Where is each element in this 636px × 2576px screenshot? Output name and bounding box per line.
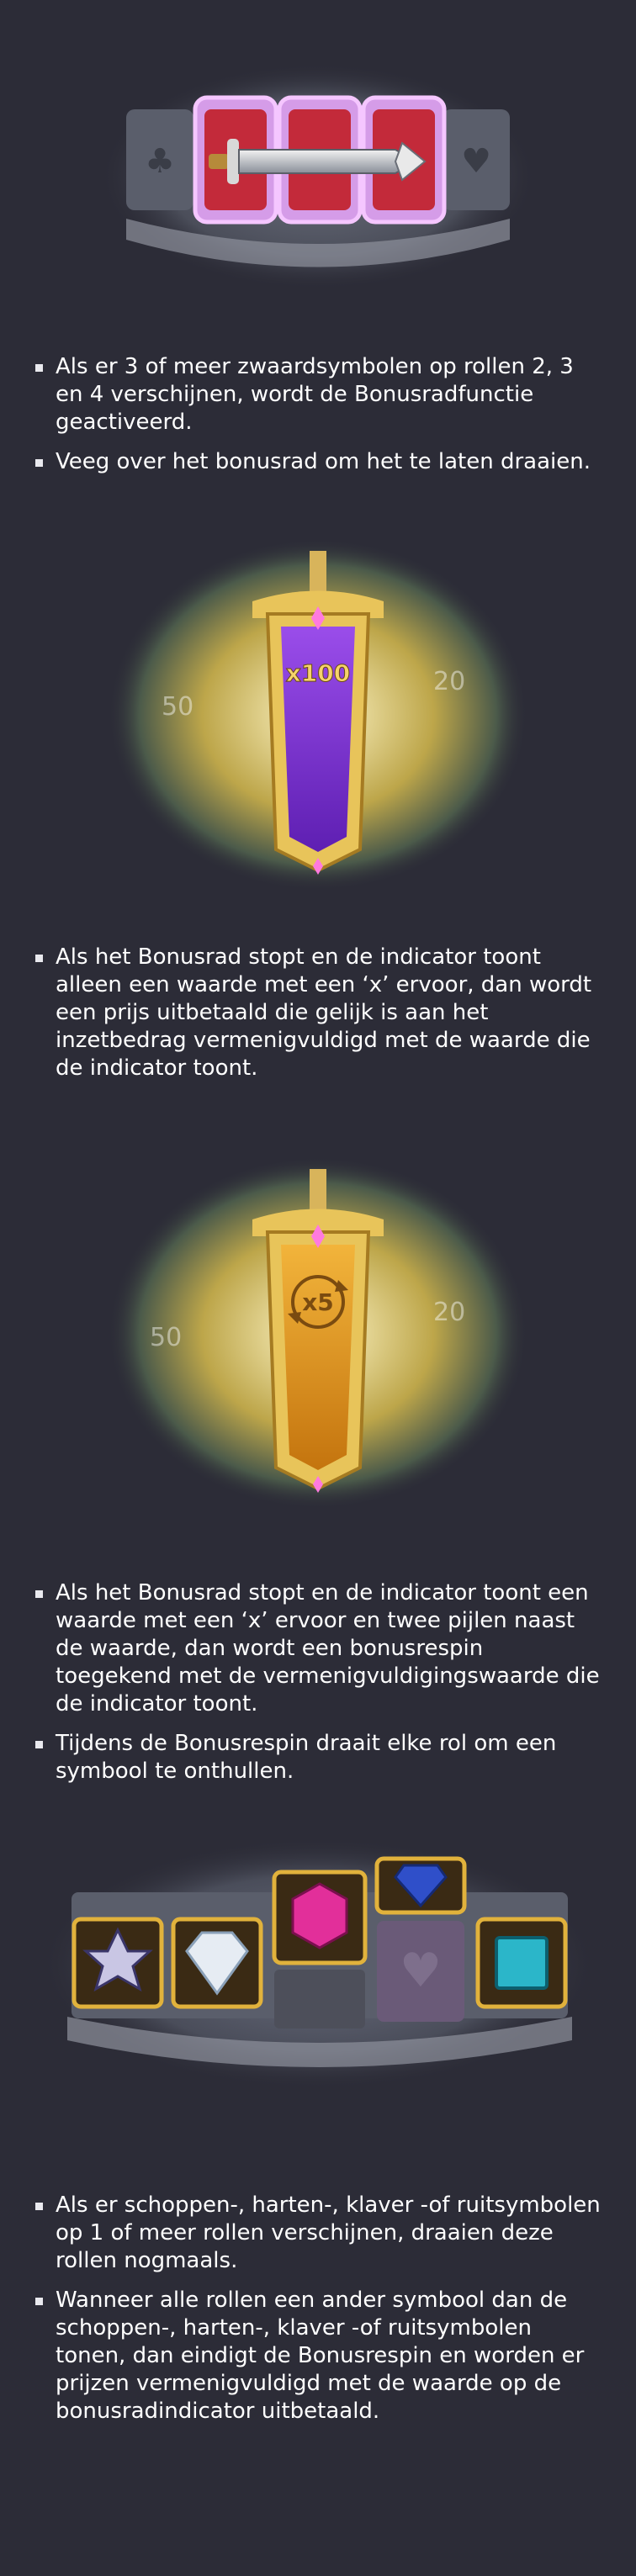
bonus-wheel-x100-image: 50 20 x100: [0, 534, 636, 896]
svg-text:♥: ♥: [400, 1944, 442, 1998]
svg-text:♥: ♥: [461, 142, 491, 181]
rule-bullet: Tijdens de Bonusrespin draait elke rol o…: [34, 1730, 606, 1785]
wheel-value-right: 20: [433, 667, 465, 696]
svg-text:♣: ♣: [145, 142, 175, 181]
feature-rules-list-4: Als er schoppen-, harten-, klaver -of ru…: [34, 2192, 606, 2437]
rule-bullet: Als het Bonusrad stopt en de indicator t…: [34, 1579, 606, 1718]
rule-bullet: Als er schoppen-, harten-, klaver -of ru…: [34, 2192, 606, 2275]
rule-bullet: Als het Bonusrad stopt en de indicator t…: [34, 944, 606, 1082]
wheel-value-right: 20: [433, 1298, 465, 1327]
bonus-wheel-x5-image: 50 20 x5: [0, 1152, 636, 1514]
sword-reels-image: ♣ ♥: [0, 59, 636, 303]
feature-rules-list-1: Als er 3 of meer zwaardsymbolen op rolle…: [34, 353, 606, 488]
gem-reels-image: ♥: [0, 1825, 636, 2094]
wheel-value-left: 50: [150, 1323, 182, 1352]
rule-bullet: Veeg over het bonusrad om het te laten d…: [34, 448, 606, 476]
wheel-value-left: 50: [162, 692, 193, 722]
feature-rules-list-3: Als het Bonusrad stopt en de indicator t…: [34, 1579, 606, 1797]
rule-bullet: Als er 3 of meer zwaardsymbolen op rolle…: [34, 353, 606, 436]
indicator-value: x100: [286, 659, 351, 687]
indicator-value: x5: [302, 1288, 334, 1316]
rule-bullet: Wanneer alle rollen een ander symbool da…: [34, 2287, 606, 2425]
feature-rules-list-2: Als het Bonusrad stopt en de indicator t…: [34, 944, 606, 1094]
